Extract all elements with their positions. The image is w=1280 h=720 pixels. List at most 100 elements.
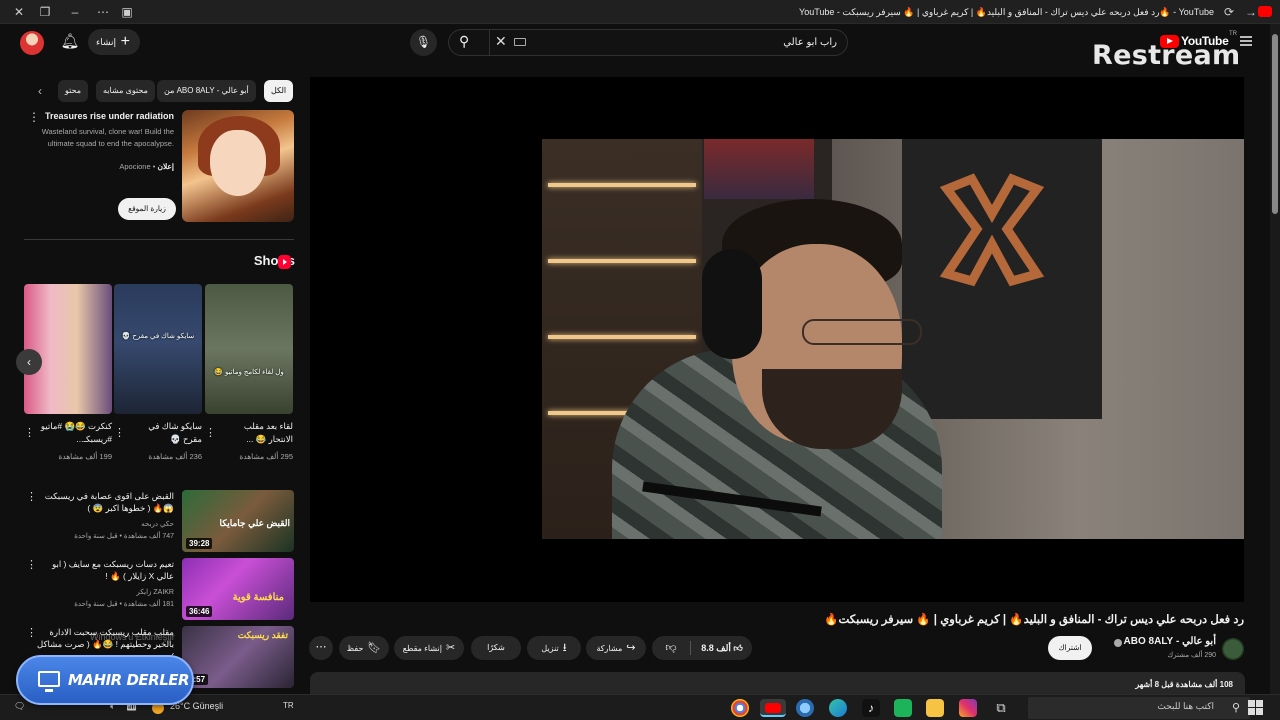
reload-icon[interactable]: ⟳: [1220, 3, 1238, 21]
thanks-button[interactable]: شكرًا: [471, 636, 521, 660]
video-thumbnail[interactable]: تفقد ريسبكت 1:57: [182, 626, 294, 688]
tiktok-app-icon[interactable]: ♪: [862, 699, 880, 717]
verified-badge-icon: [1114, 639, 1122, 647]
ad-title[interactable]: Treasures rise under radiation: [45, 111, 174, 121]
chip-all[interactable]: الكل: [264, 80, 294, 102]
chip-similar[interactable]: محتوى مشابه: [96, 80, 155, 102]
related-video[interactable]: القبض علي جامايكا 39:28 القبض على اقوى ع…: [24, 490, 294, 552]
browser-app-icon[interactable]: [796, 699, 814, 717]
windows-start-icon[interactable]: [1248, 700, 1264, 716]
create-button[interactable]: إنشاء +: [88, 29, 140, 55]
camera-inset: [704, 139, 814, 199]
ad-thumbnail[interactable]: [182, 110, 294, 222]
more-actions-icon[interactable]: ⋯: [309, 636, 333, 660]
video-title[interactable]: تعيم دسات ريسبكت مع سايف ( ابو عالي X زا…: [34, 558, 174, 582]
video-duration: 39:28: [186, 538, 213, 549]
video-more-icon[interactable]: ⋮: [26, 490, 37, 503]
dislike-button[interactable]: 👎︎: [652, 636, 690, 660]
scissors-icon: ✂: [445, 642, 456, 654]
chip-from-channel[interactable]: من ABO 8ALY - أبو عالي: [157, 80, 256, 102]
youtube-app-icon[interactable]: [760, 699, 786, 717]
short-caption: ول لقاء لكامج وماتيو 😂: [214, 369, 284, 376]
visit-site-button[interactable]: زيارة الموقع: [118, 198, 176, 220]
plus-icon: +: [120, 33, 130, 50]
short-item[interactable]: ول لقاء لكامج وماتيو 😂 لقاء بعد مقلب الا…: [205, 284, 293, 469]
chrome-app-icon[interactable]: [731, 699, 749, 717]
short-views: 236 ألف مشاهدة: [148, 452, 202, 461]
download-button[interactable]: تنزيل ⭳: [527, 636, 581, 660]
instagram-app-icon[interactable]: [959, 699, 977, 717]
search-input[interactable]: ⚲ ✕ راب ابو عالي: [448, 29, 848, 56]
wall-logo-icon: [939, 173, 1045, 287]
edge-app-icon[interactable]: [829, 699, 847, 717]
voice-search-icon[interactable]: 🎙︎: [410, 29, 437, 56]
short-thumbnail[interactable]: سايكو شاك في مقرح 💀: [114, 284, 202, 414]
notifications-bell-icon[interactable]: 🔔︎: [60, 32, 80, 54]
video-more-icon[interactable]: ⋮: [26, 626, 37, 639]
like-button[interactable]: 8.8 ألف 👍︎: [692, 636, 752, 660]
video-title[interactable]: القبض على اقوى عصابة في ريسبكت 😱🔥 ( خطوه…: [34, 490, 174, 514]
video-title-main: رد فعل دربحه علي ديس تراك - المنافق و ال…: [824, 614, 1244, 626]
guide-menu-icon[interactable]: [1240, 36, 1252, 46]
short-title[interactable]: كنكرت 😂😭 #ماتيو #ريسبكـ...: [38, 420, 112, 446]
like-dislike-group: 8.8 ألف 👍︎ 👎︎: [652, 636, 752, 660]
subscribe-button[interactable]: اشتراك: [1048, 636, 1092, 660]
download-icon: ⭳: [562, 642, 567, 654]
like-divider: [690, 641, 691, 655]
youtube-favicon-icon: [1258, 6, 1272, 17]
channel-name-main[interactable]: أبو عالي - ABO 8ALY: [1124, 636, 1216, 647]
ad-description: Wasteland survival, clone war! Build the…: [41, 127, 174, 148]
file-explorer-icon[interactable]: [926, 699, 944, 717]
short-title[interactable]: سايكو شاك في مقرح 💀: [128, 420, 202, 446]
close-window-icon[interactable]: ✕: [10, 3, 28, 21]
clear-search-icon[interactable]: ✕: [495, 33, 507, 50]
short-thumbnail[interactable]: [24, 284, 112, 414]
thumbnail-text: القبض علي جامايكا: [219, 518, 290, 528]
minimize-window-icon[interactable]: –: [66, 3, 84, 21]
related-video[interactable]: منافسة قوية 36:46 تعيم دسات ريسبكت مع سا…: [24, 558, 294, 620]
save-button[interactable]: حفظ 🔖︎: [339, 636, 389, 660]
chevron-left-icon[interactable]: ‹: [30, 80, 50, 102]
short-thumbnail[interactable]: ول لقاء لكامج وماتيو 😂: [205, 284, 293, 414]
shorts-scroll-left-icon[interactable]: ‹: [16, 349, 42, 375]
video-thumbnail[interactable]: القبض علي جامايكا 39:28: [182, 490, 294, 552]
clip-button[interactable]: إنشاء مقطع ✂: [394, 636, 464, 660]
short-more-icon[interactable]: ⋮: [24, 426, 35, 439]
channel-avatar[interactable]: [1222, 638, 1244, 660]
keyboard-icon[interactable]: [514, 38, 526, 46]
thanks-label: شكرًا: [487, 643, 505, 652]
search-icon[interactable]: ⚲: [459, 33, 469, 50]
video-thumbnail[interactable]: منافسة قوية 36:46: [182, 558, 294, 620]
ad-sponsor-name: Apocione: [119, 162, 151, 171]
video-meta: 181 ألف مشاهدة • قبل سنة واحدة: [74, 601, 174, 608]
restore-window-icon[interactable]: ❐: [36, 3, 54, 21]
short-more-icon[interactable]: ⋮: [205, 426, 216, 439]
share-button[interactable]: مشاركة ↪: [586, 636, 646, 660]
menu-dots-icon[interactable]: ⋯: [94, 3, 112, 21]
video-player[interactable]: [310, 77, 1244, 602]
shorts-logo-icon: [278, 255, 291, 269]
channel-name[interactable]: حكي دربحه: [141, 520, 174, 528]
task-view-icon[interactable]: ⧉: [992, 699, 1010, 717]
input-language[interactable]: TR: [283, 701, 294, 710]
video-more-icon[interactable]: ⋮: [26, 558, 37, 571]
short-more-icon[interactable]: ⋮: [114, 426, 125, 439]
browser-tab-title: YouTube - 🔥رد فعل دربحه علي ديس تراك - ا…: [799, 7, 1214, 17]
collections-icon[interactable]: ▣: [118, 3, 136, 21]
taskbar-search[interactable]: اكتب هنا للبحث ⚲: [1028, 697, 1250, 719]
short-title[interactable]: لقاء بعد مقلب الانتحار 😂 ...: [219, 420, 293, 446]
chat-app-icon[interactable]: [894, 699, 912, 717]
short-item[interactable]: كنكرت 😂😭 #ماتيو #ريسبكـ... 199 ألف مشاهد…: [24, 284, 112, 469]
notification-icon[interactable]: 🗨︎: [14, 701, 25, 712]
sponsored-ad[interactable]: Treasures rise under radiation Wasteland…: [24, 110, 294, 225]
ad-sponsor-label: إعلان: [157, 162, 174, 171]
short-item[interactable]: سايكو شاك في مقرح 💀 سايكو شاك في مقرح 💀 …: [114, 284, 202, 469]
country-code: TR: [1229, 31, 1237, 37]
ad-more-icon[interactable]: ⋮: [28, 110, 40, 124]
scrollbar-thumb[interactable]: [1272, 34, 1278, 214]
page-scrollbar[interactable]: [1270, 24, 1280, 694]
video-frame[interactable]: [542, 139, 1244, 539]
user-avatar[interactable]: [20, 31, 44, 55]
chip-content[interactable]: محتو: [58, 80, 88, 102]
channel-name[interactable]: ZAIKR زايكر: [136, 588, 174, 596]
